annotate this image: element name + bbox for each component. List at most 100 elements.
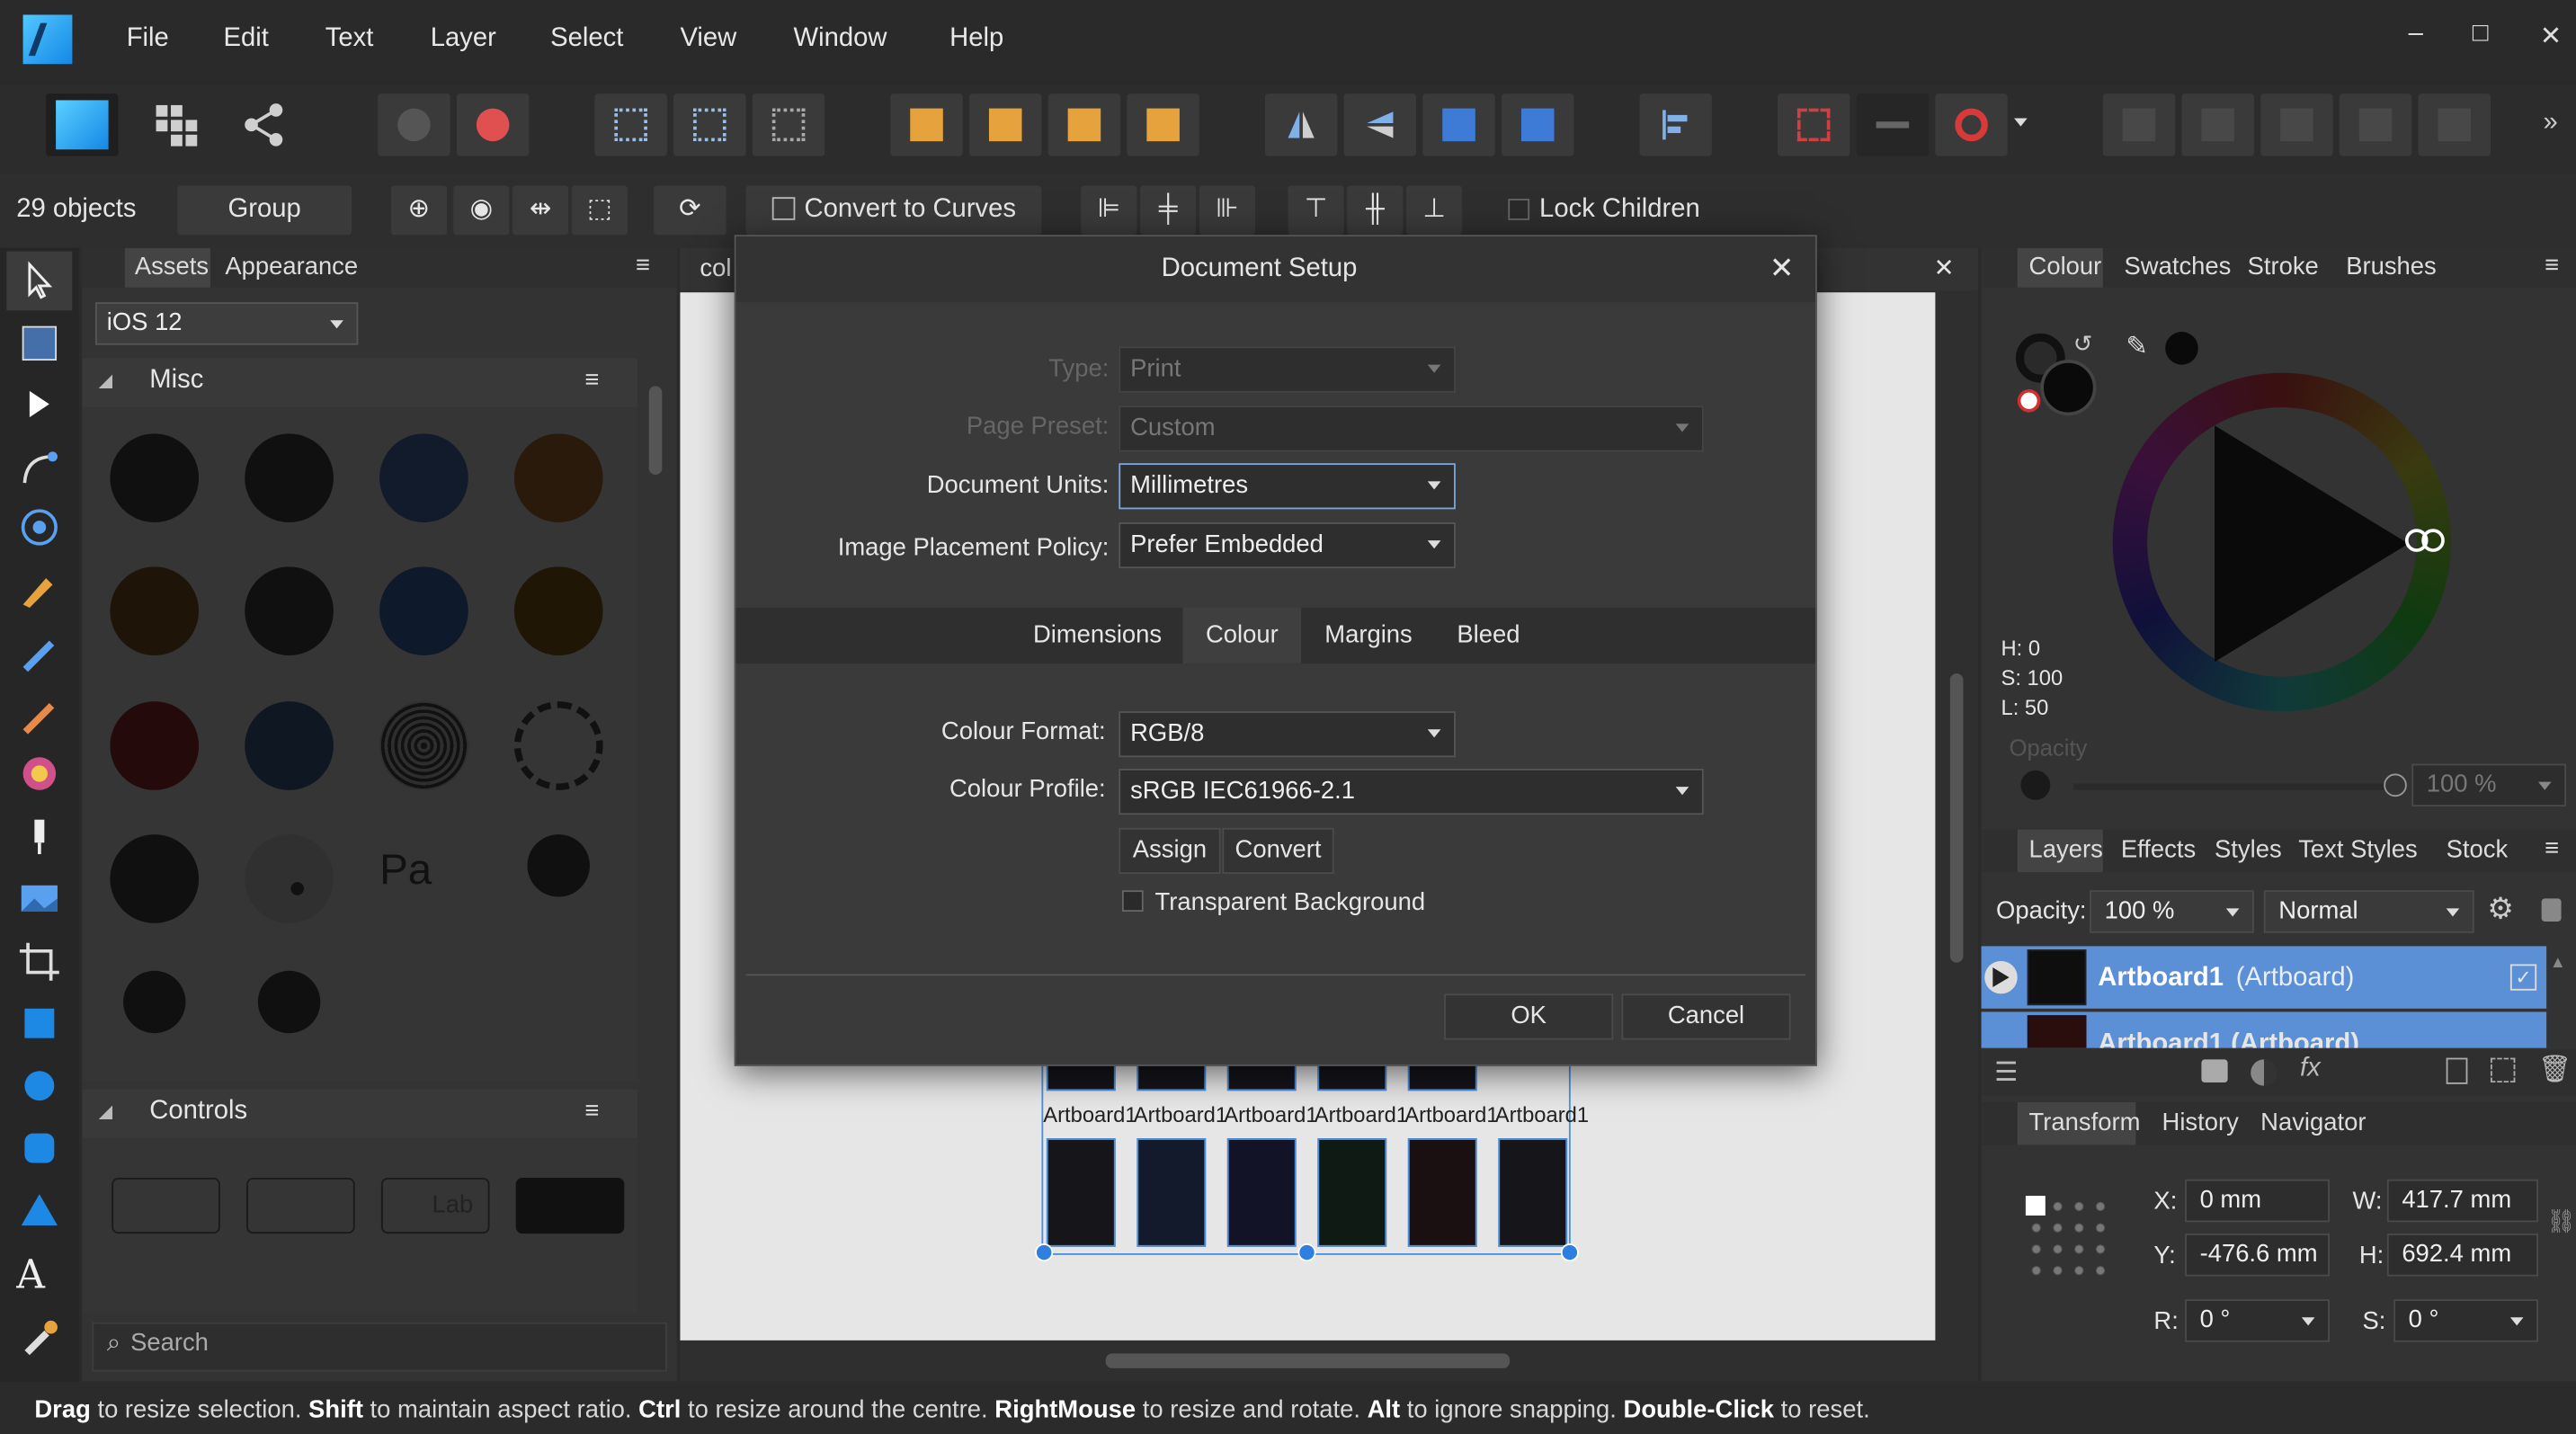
artboard-thumb[interactable] [1407,1064,1477,1091]
boolean-subtract-button[interactable] [2181,94,2254,156]
boolean-add-button[interactable] [2102,94,2176,156]
colour-triangle[interactable] [2215,425,2409,663]
opacity-slider[interactable] [2072,783,2399,790]
menu-layer[interactable]: Layer [431,24,496,54]
insert-grid-button[interactable] [1777,94,1850,156]
convert-button[interactable]: Convert [1222,827,1334,874]
asset-item[interactable] [245,701,334,790]
tab-brushes[interactable]: Brushes [2346,253,2437,281]
align-center-button[interactable]: ╪ [1140,185,1197,236]
align-right-button[interactable]: ⊪ [1199,185,1255,236]
boolean-button[interactable] [456,94,530,156]
artboard-thumb[interactable] [1317,1064,1387,1091]
scrollbar-thumb[interactable] [648,386,663,476]
scrollbar-thumb[interactable] [1105,1353,1511,1368]
asset-item[interactable] [527,834,590,897]
close-window-button[interactable]: ✕ [2540,20,2562,53]
share-icon[interactable] [240,100,290,149]
triangle-tool-icon[interactable] [16,1189,62,1233]
resize-handle[interactable] [1035,1243,1054,1262]
artboard[interactable] [1498,1138,1568,1247]
tab-colour[interactable]: Colour [2029,253,2102,281]
rotate-right-button[interactable] [1502,94,1574,156]
horizontal-scrollbar[interactable] [680,1343,1946,1380]
ctx-btn-1[interactable]: ⊕ [390,185,447,236]
fill-tool-icon[interactable] [16,753,62,796]
assets-scrollbar[interactable] [646,360,664,1296]
asset-item[interactable] [245,433,334,522]
artboard[interactable] [1317,1138,1387,1247]
asset-item[interactable] [515,1177,625,1234]
lock-children-checkbox[interactable] [1508,199,1530,220]
artboard-thumb[interactable] [1226,1064,1297,1091]
eyedropper-icon[interactable]: ✎ [2126,330,2147,363]
tab-history[interactable]: History [2162,1109,2239,1136]
asset-item[interactable] [110,433,200,522]
selection-box[interactable] [1041,1064,1571,1255]
boolean-xor-button[interactable] [2339,94,2412,156]
tab-colour[interactable]: Colour [1182,608,1302,664]
colour-format-dropdown[interactable]: RGB/8 [1119,711,1456,758]
rotate-left-button[interactable] [1422,94,1495,156]
tab-transform[interactable]: Transform [2029,1109,2141,1136]
asset-item[interactable] [110,566,200,655]
asset-item[interactable] [246,1177,355,1234]
add-layer-icon[interactable] [2446,1057,2468,1084]
no-colour-icon[interactable] [2017,389,2041,413]
colour-profile-dropdown[interactable]: sRGB IEC61966-2.1 [1119,769,1704,815]
snap-button-2[interactable] [673,94,746,156]
arrange-front-button[interactable] [1127,94,1199,156]
close-icon[interactable]: ✕ [1769,252,1795,286]
link-dimensions-icon[interactable]: ⛓ [2546,1207,2575,1235]
rectangle-tool-icon[interactable] [16,1002,62,1045]
ok-button[interactable]: OK [1444,993,1614,1040]
blend-mode-dropdown[interactable]: Normal [2263,890,2474,933]
menu-file[interactable]: File [127,24,169,54]
menu-window[interactable]: Window [794,24,887,54]
vector-brush-tool-icon[interactable] [16,693,62,736]
asset-item[interactable] [513,433,603,522]
arrange-backward-button[interactable] [969,94,1042,156]
eyedropper-tool-icon[interactable] [16,1314,62,1358]
toolbar-overflow-icon[interactable]: » [2543,109,2557,138]
ctx-btn-3[interactable]: ⇹ [513,185,569,236]
align-top-button[interactable]: ⊤ [1288,185,1344,236]
anchor-selected[interactable] [2025,1196,2046,1216]
transparent-background-checkbox[interactable] [1121,890,1144,913]
menu-select[interactable]: Select [550,24,623,54]
gear-icon[interactable]: ⚙ [2487,892,2513,926]
tab-assets[interactable]: Assets [135,253,209,281]
arrange-forward-button[interactable] [1047,94,1121,156]
artboard[interactable] [1136,1138,1207,1247]
snap-button-3[interactable] [752,94,825,156]
asset-item[interactable] [379,566,468,655]
h-field[interactable]: 692.4 mm [2386,1234,2538,1277]
artboard-thumb[interactable] [1046,1064,1116,1091]
artboard[interactable] [1046,1138,1116,1247]
menu-view[interactable]: View [680,24,736,54]
artboard-tool-icon[interactable] [16,322,62,365]
crop-tool-icon[interactable] [16,940,62,983]
vertical-scrollbar[interactable] [1945,292,1968,1340]
asset-item[interactable] [111,1177,220,1234]
convert-to-curves-button[interactable]: Convert to Curves [745,185,1042,236]
image-placement-dropdown[interactable]: Prefer Embedded [1119,521,1456,569]
tab-swatches[interactable]: Swatches [2125,253,2232,281]
flip-vertical-button[interactable] [1343,94,1417,156]
pencil-tool-icon[interactable] [16,631,62,674]
layer-opacity-field[interactable]: 100 % [2090,890,2254,933]
tab-effects[interactable]: Effects [2121,836,2196,864]
asset-item[interactable] [513,566,603,655]
ctx-btn-2[interactable]: ◉ [453,185,510,236]
section-menu-icon[interactable]: ≡ [584,366,599,394]
tab-text-styles[interactable]: Text Styles [2298,836,2418,864]
swap-colours-icon[interactable]: ↺ [2073,330,2092,358]
opacity-field[interactable]: 100 % [2411,763,2567,807]
fx-icon[interactable]: fx [2300,1055,2321,1084]
group-button[interactable]: Group [177,185,352,236]
snapping-dropdown-caret[interactable] [2014,118,2028,127]
menu-edit[interactable]: Edit [223,24,268,54]
apple-pay-icon[interactable]: Pa [379,844,432,895]
corner-tool-icon[interactable] [16,447,62,490]
x-field[interactable]: 0 mm [2185,1179,2330,1223]
